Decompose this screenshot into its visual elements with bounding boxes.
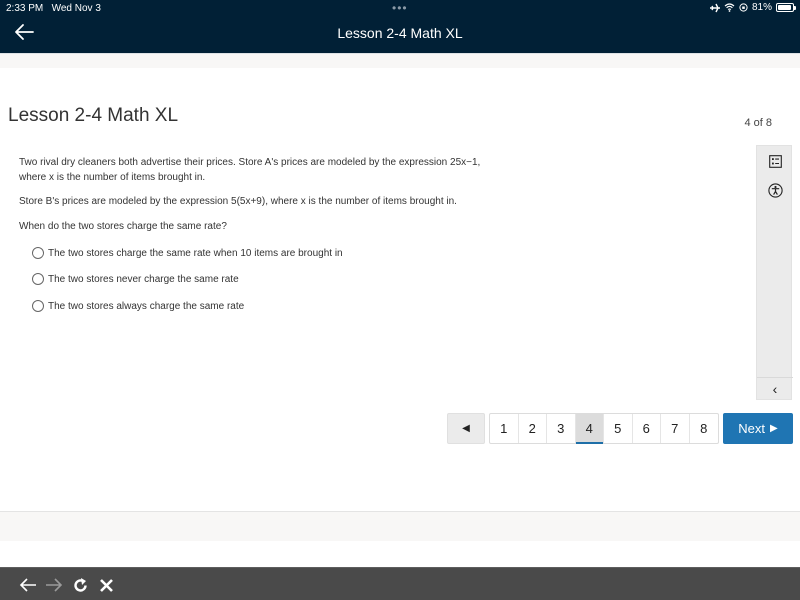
page-button-7[interactable]: 7 [661,414,690,443]
question-paragraph: Store B's prices are modeled by the expr… [19,196,457,207]
reload-icon [73,577,87,592]
page-button-5[interactable]: 5 [604,414,633,443]
browser-close-button[interactable] [95,574,117,596]
battery-percent: 81% [751,2,772,13]
app-header: 2:33 PM Wed Nov 3 ••• 81% Lesson 2-4 Mat… [0,0,800,53]
back-icon [19,578,36,592]
status-time: 2:33 PM Wed Nov 3 [6,3,101,14]
question-pagination: 1 2 3 4 5 6 7 8 [489,413,719,444]
accessibility-button[interactable] [757,176,793,204]
question-prompt: When do the two stores charge the same r… [19,220,227,232]
radio-button[interactable] [32,273,44,285]
answer-option[interactable]: The two stores charge the same rate when… [32,247,343,259]
radio-button[interactable] [32,247,44,259]
next-label: Next [738,421,766,436]
caret-left-icon: ◀ [462,423,470,434]
wifi-icon [724,3,735,12]
page-button-6[interactable]: 6 [633,414,661,443]
page-button-3[interactable]: 3 [547,414,576,443]
page-button-8[interactable]: 8 [690,414,719,443]
side-toolbar: ‹ [756,145,793,400]
option-label: The two stores always charge the same ra… [48,300,245,312]
previous-question-button[interactable]: ◀ [447,413,485,444]
question-list-icon [768,154,782,168]
browser-back-button[interactable] [17,574,39,596]
next-button[interactable]: Next ▶ [723,413,793,444]
battery-fill [778,5,791,10]
orientation-lock-icon [739,3,748,12]
collapse-panel-button[interactable]: ‹ [757,377,793,399]
answer-option[interactable]: The two stores always charge the same ra… [32,300,244,312]
forward-icon [46,578,63,592]
caret-right-icon: ▶ [770,423,778,434]
airplane-icon [709,3,720,12]
browser-reload-button[interactable] [69,574,91,596]
page-button-4-current[interactable]: 4 [575,414,604,444]
battery-icon [776,3,796,12]
page-button-1[interactable]: 1 [490,414,519,443]
page-button-2[interactable]: 2 [519,414,547,443]
question-text: Two rival dry cleaners both advertise th… [19,156,489,244]
browser-forward-button[interactable] [43,574,65,596]
status-indicators: 81% [709,2,796,13]
question-count: 4 of 8 [744,117,772,129]
option-label: The two stores charge the same rate when… [48,247,343,259]
radio-button[interactable] [32,300,44,312]
sub-header-band [0,53,800,68]
question-paragraph: Two rival dry cleaners both advertise th… [19,157,481,183]
page-title: Lesson 2-4 Math XL [8,105,179,126]
multitask-dots[interactable]: ••• [392,1,408,15]
close-icon [99,578,113,592]
answer-option[interactable]: The two stores never charge the same rat… [32,273,239,285]
footer-band [0,511,800,541]
accessibility-icon [767,182,783,198]
question-list-button[interactable] [757,147,793,175]
browser-toolbar [0,567,800,600]
option-label: The two stores never charge the same rat… [48,273,239,285]
nav-title: Lesson 2-4 Math XL [337,25,463,41]
